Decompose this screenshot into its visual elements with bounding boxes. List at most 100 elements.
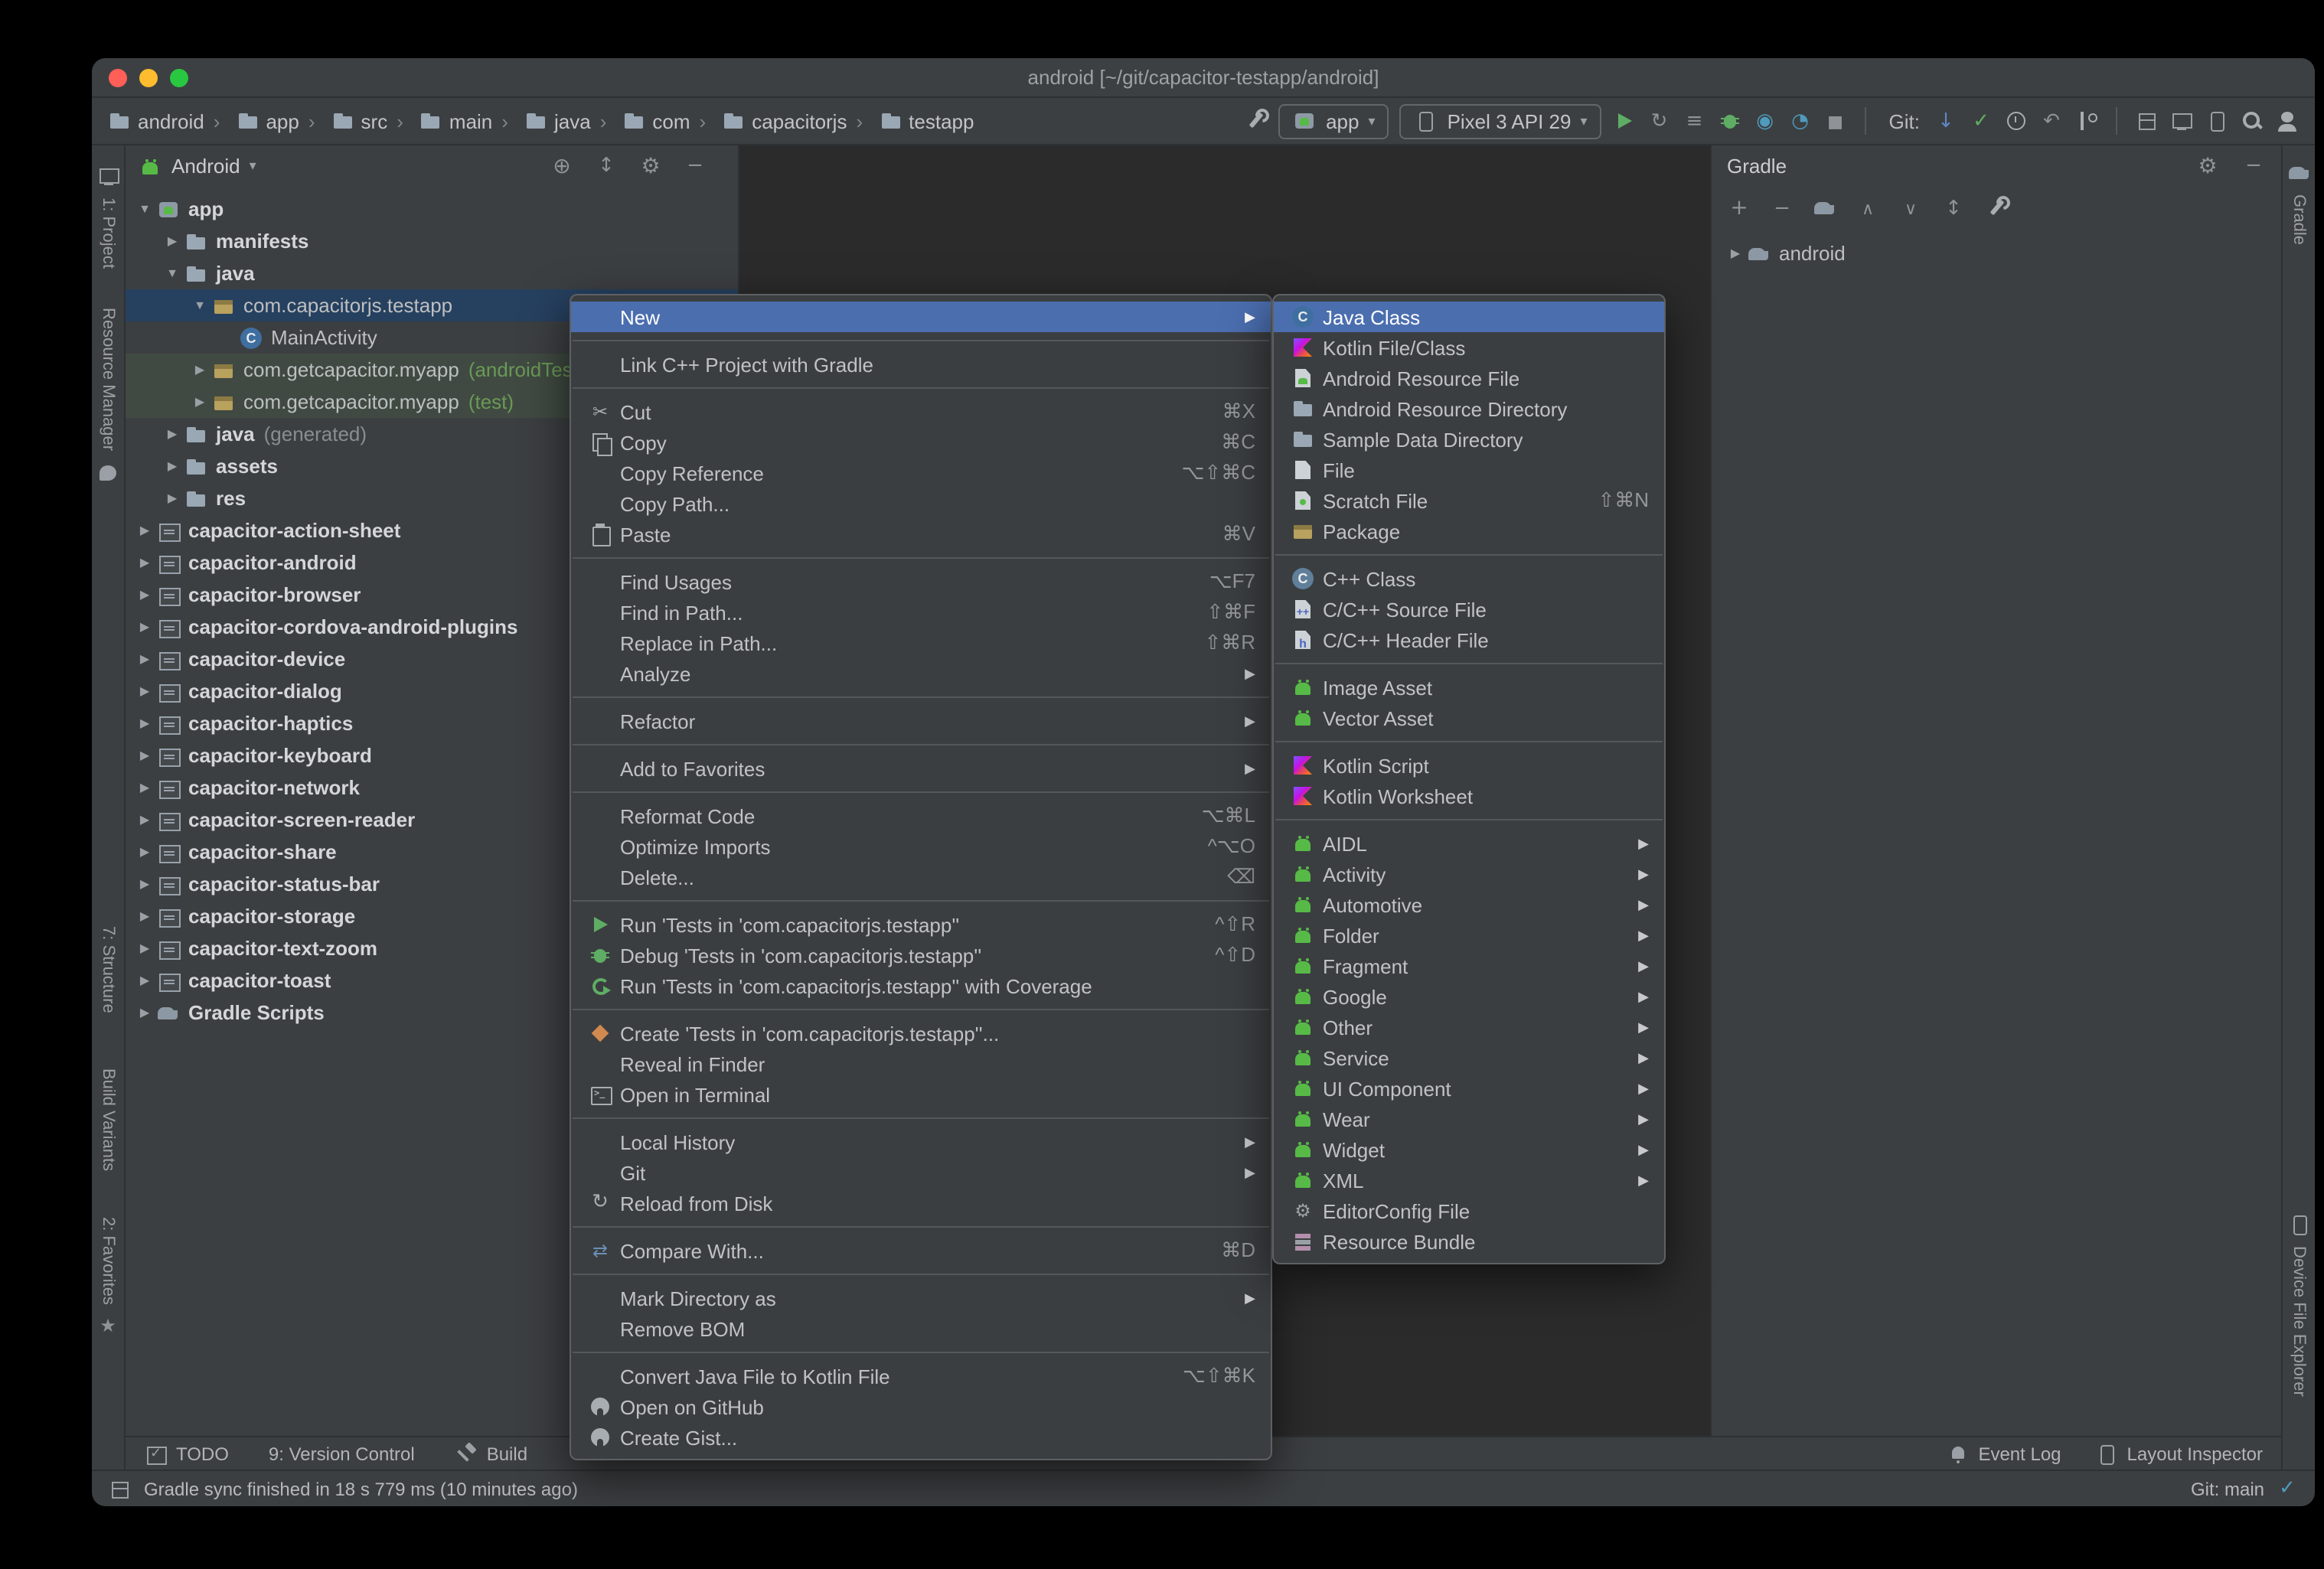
git-branch-label[interactable]: Git: main (2191, 1478, 2264, 1499)
submenu-item[interactable]: Kotlin Worksheet (1274, 781, 1664, 811)
menu-item[interactable]: Delete... ⌫ (571, 862, 1271, 892)
tree-expander[interactable]: ▶ (133, 620, 156, 634)
submenu-item[interactable]: Vector Asset (1274, 703, 1664, 733)
run-configurations-icon[interactable] (1683, 109, 1707, 133)
tree-expander[interactable]: ▶ (133, 1006, 156, 1019)
toolwindow-button[interactable]: Event Log (1946, 1441, 2061, 1466)
tree-expander[interactable]: ▶ (161, 491, 184, 505)
submenu-item[interactable]: C++ Class (1274, 563, 1664, 594)
titlebar[interactable]: android [~/git/capacitor-testapp/android… (92, 58, 2315, 98)
submenu-item[interactable]: Other (1274, 1012, 1664, 1042)
tree-expander[interactable]: ▶ (1724, 246, 1747, 260)
collapse-all-icon[interactable] (1898, 196, 1923, 220)
breadcrumb-item[interactable]: capacitorjs (690, 109, 847, 133)
toolwindow-button[interactable]: TODO (144, 1441, 229, 1466)
submenu-item[interactable]: XML (1274, 1165, 1664, 1196)
submenu-item[interactable]: C/C++ Header File (1274, 625, 1664, 655)
gradle-tree-row[interactable]: ▶ android (1712, 237, 2281, 269)
tree-expander[interactable]: ▶ (133, 974, 156, 987)
tree-expander[interactable]: ▶ (133, 781, 156, 794)
gradle-sync-icon[interactable] (1813, 196, 1837, 220)
git-commit-icon[interactable] (1969, 109, 1993, 133)
menu-item[interactable]: Create Gist... (571, 1422, 1271, 1453)
breadcrumb-item[interactable]: com (591, 109, 690, 133)
submenu-item[interactable]: Kotlin File/Class (1274, 332, 1664, 363)
submenu-item[interactable]: AIDL (1274, 828, 1664, 859)
menu-item[interactable]: Reload from Disk (571, 1188, 1271, 1218)
tree-expander[interactable]: ▶ (133, 588, 156, 602)
breadcrumb-item[interactable]: java (492, 109, 591, 133)
tree-expander[interactable]: ▶ (133, 813, 156, 827)
submenu-item[interactable]: Image Asset (1274, 672, 1664, 703)
rollback-icon[interactable] (2039, 109, 2064, 133)
tree-expander[interactable]: ▼ (188, 298, 211, 312)
menu-item[interactable]: Compare With... ⌘D (571, 1235, 1271, 1266)
git-update-icon[interactable] (1934, 109, 1958, 133)
toggle-view-icon[interactable] (1941, 196, 1966, 220)
menu-item[interactable]: Git (571, 1157, 1271, 1188)
tree-expander[interactable]: ▶ (133, 845, 156, 859)
submenu-item[interactable]: Activity (1274, 859, 1664, 889)
menu-item[interactable]: Run 'Tests in 'com.capacitorjs.testapp''… (571, 970, 1271, 1001)
emulator-icon[interactable] (2169, 109, 2194, 133)
zoom-button[interactable] (170, 68, 188, 86)
breadcrumb-item[interactable]: app (204, 109, 299, 133)
menu-item[interactable]: Find in Path... ⇧⌘F (571, 597, 1271, 628)
device-manager-icon[interactable] (2205, 109, 2229, 133)
tree-expander[interactable]: ▶ (161, 459, 184, 473)
tree-expander[interactable]: ▶ (188, 363, 211, 377)
menu-item[interactable]: Paste ⌘V (571, 519, 1271, 550)
submenu-item[interactable]: Wear (1274, 1104, 1664, 1134)
gear-icon[interactable] (2195, 154, 2220, 178)
menu-item[interactable]: Run 'Tests in 'com.capacitorjs.testapp''… (571, 909, 1271, 940)
submenu-item[interactable]: UI Component (1274, 1073, 1664, 1104)
submenu-item[interactable]: Scratch File ⇧⌘N (1274, 485, 1664, 516)
toolwindow-stripe-button[interactable]: Gradle (2286, 161, 2311, 245)
tree-expander[interactable]: ▶ (133, 877, 156, 891)
git-branch-icon[interactable] (2074, 109, 2099, 133)
toolwindow-button[interactable]: Build (455, 1441, 527, 1466)
toolwindow-stripe-button[interactable]: Device File Explorer (2286, 1212, 2311, 1396)
menu-item[interactable]: Link C++ Project with Gradle (571, 349, 1271, 380)
apply-changes-icon[interactable] (1647, 109, 1672, 133)
run-config-selector[interactable]: app ▾ (1278, 103, 1389, 139)
submenu-item[interactable]: Sample Data Directory (1274, 424, 1664, 455)
submenu-item[interactable]: Service (1274, 1042, 1664, 1073)
menu-item[interactable]: Analyze (571, 658, 1271, 689)
toolwindow-button[interactable]: Layout Inspector (2095, 1441, 2263, 1466)
history-icon[interactable] (2004, 109, 2029, 133)
menu-item[interactable]: Reformat Code ⌥⌘L (571, 801, 1271, 831)
menu-item[interactable]: Open in Terminal (571, 1079, 1271, 1110)
menu-item[interactable]: New (571, 302, 1271, 332)
avatar[interactable] (2275, 109, 2300, 133)
breadcrumb-item[interactable]: src (299, 109, 387, 133)
breadcrumb-item[interactable]: android (107, 109, 204, 133)
submenu-item[interactable]: Automotive (1274, 889, 1664, 920)
toolwindow-button[interactable]: 9: Version Control (269, 1443, 415, 1464)
debug-button[interactable] (1718, 109, 1742, 133)
tree-row[interactable]: ▼ java (126, 257, 738, 289)
tree-expander[interactable]: ▼ (161, 266, 184, 280)
menu-item[interactable]: Mark Directory as (571, 1283, 1271, 1313)
menu-item[interactable]: Optimize Imports ^⌥O (571, 831, 1271, 862)
menu-item[interactable]: Copy ⌘C (571, 427, 1271, 458)
menu-item[interactable]: Copy Reference ⌥⇧⌘C (571, 458, 1271, 488)
menu-item[interactable]: Local History (571, 1127, 1271, 1157)
status-message[interactable]: Gradle sync finished in 18 s 779 ms (10 … (144, 1478, 578, 1499)
toolwindow-stripe-button[interactable]: Resource Manager (96, 308, 120, 485)
tree-expander[interactable]: ▶ (161, 234, 184, 248)
tree-expander[interactable]: ▶ (133, 684, 156, 698)
remove-gradle-project-icon[interactable] (1770, 196, 1794, 220)
run-button[interactable] (1612, 109, 1637, 133)
menu-item[interactable]: Remove BOM (571, 1313, 1271, 1344)
submenu-item[interactable]: File (1274, 455, 1664, 485)
add-gradle-project-icon[interactable] (1727, 196, 1751, 220)
tree-expander[interactable]: ▶ (133, 909, 156, 923)
submenu-item[interactable]: Android Resource File (1274, 363, 1664, 393)
close-button[interactable] (109, 68, 127, 86)
menu-item[interactable]: Open on GitHub (571, 1391, 1271, 1422)
attach-debugger-icon[interactable] (1753, 109, 1777, 133)
minimize-button[interactable] (139, 68, 158, 86)
expand-all-icon[interactable] (1856, 196, 1880, 220)
submenu-item[interactable]: Resource Bundle (1274, 1226, 1664, 1257)
